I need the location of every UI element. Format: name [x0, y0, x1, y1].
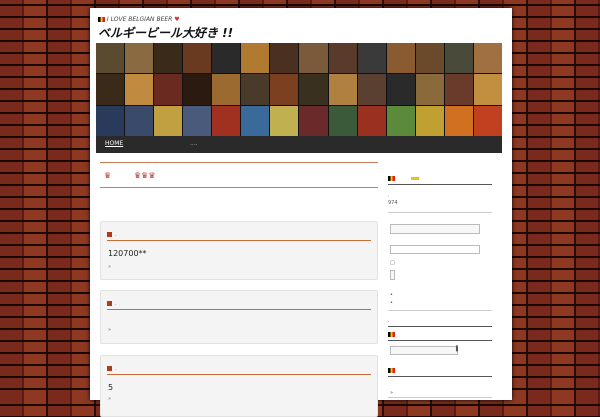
crown-icons-group: ♛♛♛: [134, 171, 156, 180]
sidebar-dot: .: [388, 193, 390, 199]
post-header[interactable]: .: [107, 366, 371, 375]
post-header[interactable]: .: [107, 232, 371, 241]
visitor-count: 974: [388, 200, 398, 206]
text-field[interactable]: [390, 245, 480, 254]
heart-icon: ♥: [174, 16, 180, 23]
sidebar-widget-header: .: [388, 318, 492, 327]
bullet-icon: [107, 366, 112, 371]
post-body: 120700**: [108, 249, 147, 258]
post-card: . »: [100, 290, 378, 344]
search-input[interactable]: [390, 224, 480, 234]
brick-background-left: [0, 0, 90, 400]
divider: [388, 397, 492, 398]
sidebar-widget-header: [388, 332, 492, 341]
site-tagline: I LOVE BELGIAN BEER ♥: [98, 16, 180, 23]
nav-more-link[interactable]: ....: [190, 140, 198, 147]
post-body: 5: [108, 383, 114, 392]
page-container: I LOVE BELGIAN BEER ♥ ベルギービール大好き !! HOME…: [90, 8, 512, 417]
divider: [388, 310, 492, 311]
bullet-icon: [107, 301, 112, 306]
notice-bar: ♛ ♛♛♛: [100, 162, 378, 188]
sidebar-widget-header: [388, 176, 492, 185]
radio-option[interactable]: •: [390, 300, 393, 306]
radio-option[interactable]: •: [390, 292, 393, 298]
crown-icon: ♛: [104, 171, 112, 180]
read-more-link[interactable]: »: [108, 327, 111, 333]
belgian-flag-icon: [388, 332, 395, 337]
highlight-mark: [411, 177, 419, 180]
scrollbar[interactable]: [390, 270, 395, 280]
tagline-text: I LOVE BELGIAN BEER: [106, 16, 173, 23]
read-more-link[interactable]: »: [108, 396, 111, 402]
main-navigation: HOME ....: [96, 136, 502, 153]
header-beer-collage: [96, 43, 502, 136]
post-header[interactable]: .: [107, 301, 371, 310]
belgian-flag-icon: [98, 17, 105, 22]
belgian-flag-icon: [388, 176, 395, 181]
brick-background-right: [510, 0, 600, 400]
sidebar-widget-header: [388, 368, 492, 377]
submit-marker[interactable]: ▌: [456, 346, 460, 352]
belgian-flag-icon: [388, 368, 395, 373]
bullet-icon: [107, 232, 112, 237]
nav-home-link[interactable]: HOME: [105, 140, 123, 147]
main-content: ♛ ♛♛♛ . 120700** » . » . 5 »: [100, 162, 378, 417]
sidebar-link[interactable]: »: [390, 390, 393, 396]
checkbox-label[interactable]: □: [390, 260, 395, 266]
divider: [388, 212, 492, 213]
site-title[interactable]: ベルギービール大好き !!: [98, 24, 233, 41]
input-field[interactable]: [390, 346, 458, 355]
read-more-link[interactable]: »: [108, 264, 111, 270]
post-card: . 120700** »: [100, 221, 378, 280]
post-card: . 5 »: [100, 355, 378, 417]
